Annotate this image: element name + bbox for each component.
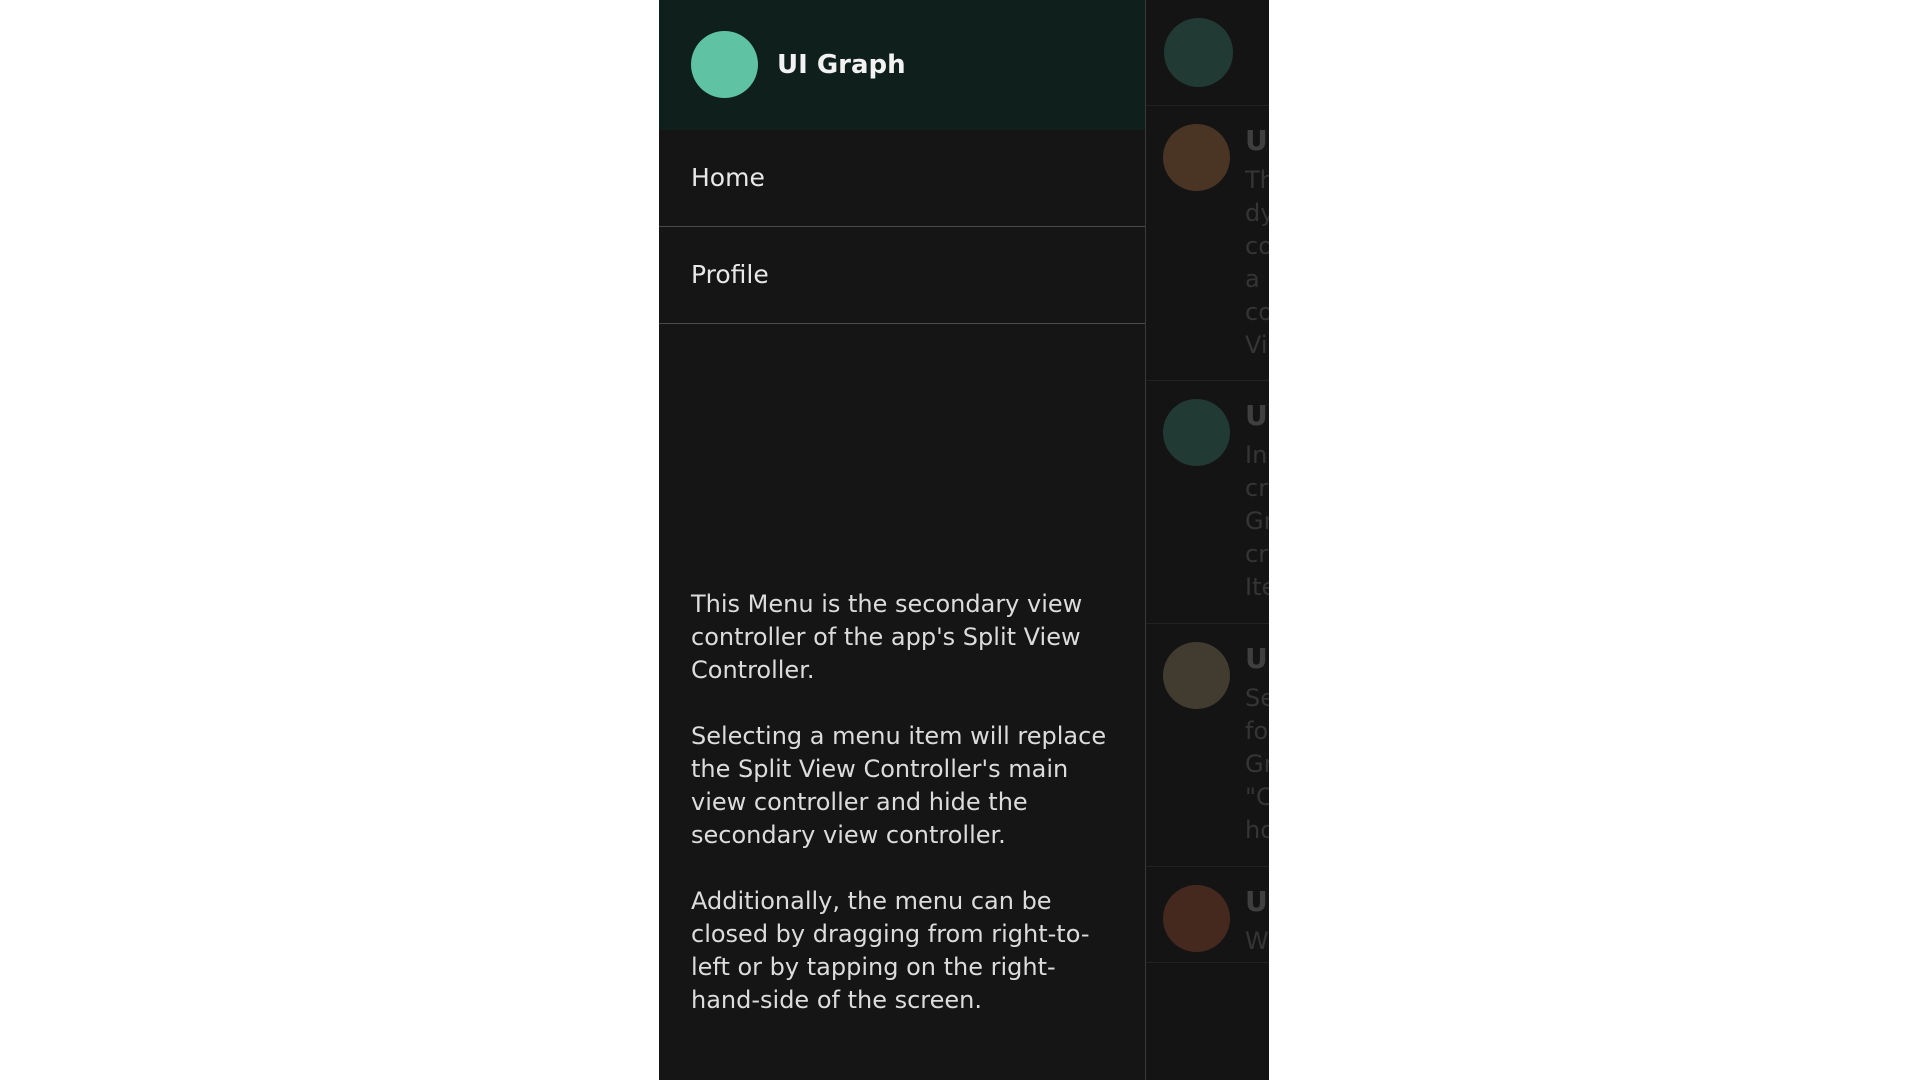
list-item[interactable]: U Th dy co a co Vi <box>1146 106 1269 381</box>
header-avatar-icon <box>1164 18 1233 87</box>
avatar <box>1163 399 1230 466</box>
list-item-title: U <box>1245 642 1268 675</box>
main-view-dimmed-overlay[interactable]: U Th dy co a co Vi U In cr Gr cr Ite U S… <box>1146 0 1269 1080</box>
menu-item-label: Profile <box>691 260 769 289</box>
menu-description: This Menu is the secondary view controll… <box>691 588 1116 1050</box>
menu-item-home[interactable]: Home <box>659 130 1145 227</box>
main-view-header <box>1146 0 1269 106</box>
menu-item-label: Home <box>691 163 765 192</box>
list-item-title: U <box>1245 885 1268 918</box>
menu-item-profile[interactable]: Profile <box>659 227 1145 324</box>
menu-header: UI Graph <box>659 0 1145 130</box>
description-paragraph: Selecting a menu item will replace the S… <box>691 722 1107 849</box>
list-item-body: Th dy co a co Vi <box>1245 166 1269 359</box>
avatar <box>1163 642 1230 709</box>
menu-title: UI Graph <box>777 50 906 80</box>
phone-screen: UI Graph Home Profile This Menu is the s… <box>659 0 1269 1080</box>
side-menu: UI Graph Home Profile This Menu is the s… <box>659 0 1146 1080</box>
description-paragraph: This Menu is the secondary view controll… <box>691 590 1083 684</box>
list-item-title: U <box>1245 124 1268 157</box>
avatar <box>1163 885 1230 952</box>
app-avatar-icon <box>691 31 758 98</box>
list-item[interactable]: U Se fo Gr "C ho <box>1146 624 1269 867</box>
list-item-title: U <box>1245 399 1268 432</box>
list-item-body: In cr Gr cr Ite <box>1245 441 1269 601</box>
list-item[interactable]: U In cr Gr cr Ite <box>1146 381 1269 624</box>
list-item[interactable]: U W <box>1146 867 1269 963</box>
list-item-body: Se fo Gr "C ho <box>1245 684 1269 844</box>
avatar <box>1163 124 1230 191</box>
list-item-body: W <box>1245 927 1269 955</box>
description-paragraph: Additionally, the menu can be closed by … <box>691 887 1090 1014</box>
